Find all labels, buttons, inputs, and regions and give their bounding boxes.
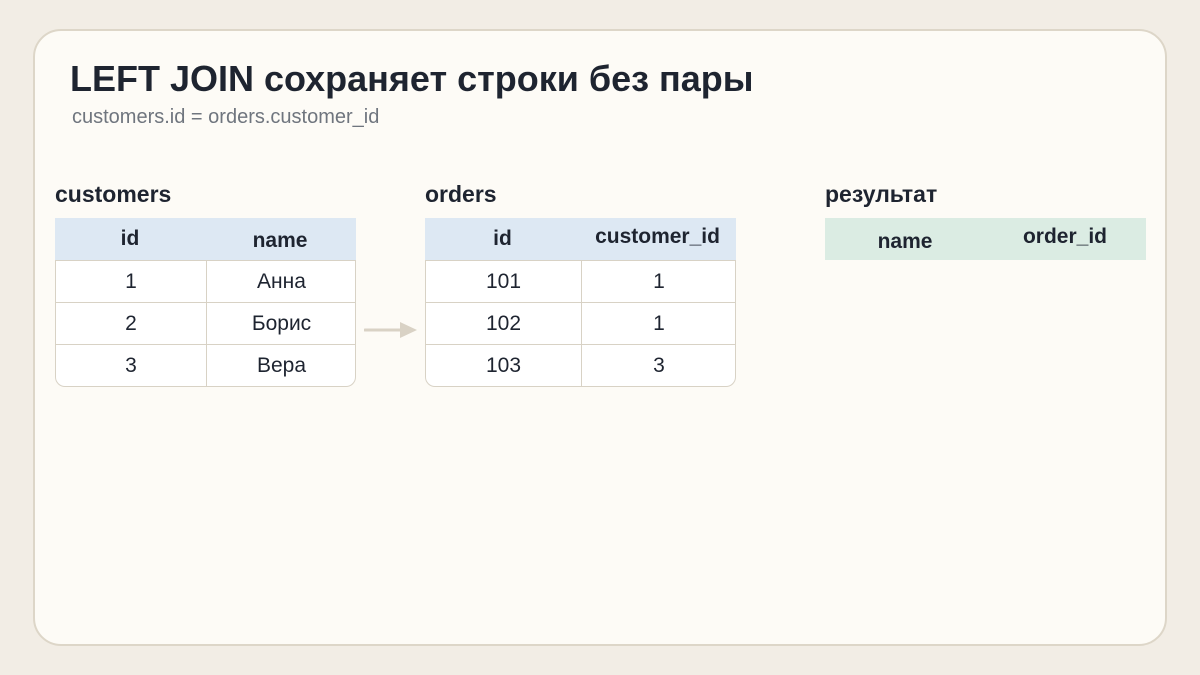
customers-cell-id: 3 xyxy=(125,353,137,377)
result-column-order-id: order_id xyxy=(1022,225,1108,248)
customers-cell-name: Борис xyxy=(206,303,355,344)
result-column-name: name xyxy=(877,230,933,253)
table-row: 2 Борис xyxy=(56,302,355,344)
page-title: LEFT JOIN сохраняет строки без пары xyxy=(70,58,754,99)
orders-cell-customer-id: 1 xyxy=(581,261,735,302)
customers-table: id name 1 Анна 2 Борис 3 Вера xyxy=(55,218,356,387)
orders-table-header: id customer_id xyxy=(425,218,736,260)
customers-table-body: 1 Анна 2 Борис 3 Вера xyxy=(55,260,356,387)
table-row: 102 1 xyxy=(426,302,735,344)
orders-cell-id: 102 xyxy=(485,311,522,335)
customers-column-id: id xyxy=(120,227,140,250)
join-condition: customers.id = orders.customer_id xyxy=(72,106,380,128)
table-row: 3 Вера xyxy=(56,344,355,386)
customers-table-label: customers xyxy=(55,181,172,207)
orders-cell-id: 103 xyxy=(485,353,522,377)
customers-cell-id: 1 xyxy=(125,269,137,293)
arrow-right-icon xyxy=(364,322,417,338)
customers-column-name: name xyxy=(252,229,308,252)
result-table-header: name order_id xyxy=(825,218,1146,260)
orders-table-label: orders xyxy=(425,181,497,207)
table-row: 101 1 xyxy=(426,260,735,302)
orders-cell-customer-id: 1 xyxy=(581,303,735,344)
result-table-label: результат xyxy=(825,181,938,207)
orders-table: id customer_id 101 1 102 1 103 3 xyxy=(425,218,736,387)
orders-column-id: id xyxy=(493,227,512,250)
result-table: name order_id xyxy=(825,218,1146,261)
customers-table-header: id name xyxy=(55,218,356,260)
customers-cell-id: 2 xyxy=(125,311,137,335)
customers-cell-name: Вера xyxy=(206,345,355,386)
orders-table-body: 101 1 102 1 103 3 xyxy=(425,260,736,387)
table-row: 1 Анна xyxy=(56,260,355,302)
orders-cell-customer-id: 3 xyxy=(581,345,735,386)
customers-cell-name: Анна xyxy=(206,261,355,302)
orders-column-customer-id: customer_id xyxy=(595,225,720,248)
orders-cell-id: 101 xyxy=(485,269,522,293)
table-row: 103 3 xyxy=(426,344,735,386)
